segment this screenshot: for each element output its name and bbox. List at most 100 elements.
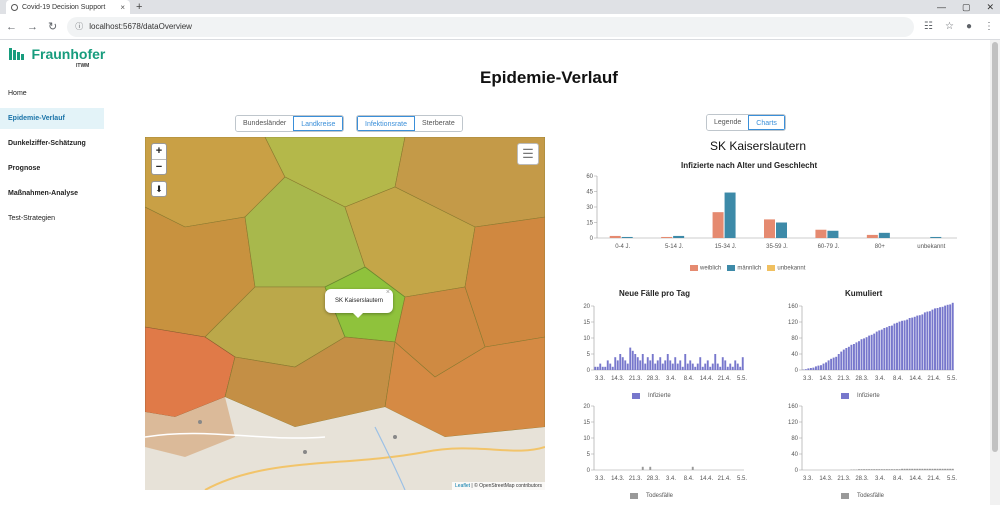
bar-day-31[interactable] (880, 329, 883, 370)
bar-day-43[interactable] (911, 468, 914, 470)
bar-day-46[interactable] (918, 468, 921, 470)
fraunhofer-logo[interactable]: Fraunhofer ITWM (9, 46, 105, 69)
bar-day-32[interactable] (883, 328, 886, 370)
bar-day-40[interactable] (903, 320, 906, 370)
bar-weiblich-5[interactable] (866, 234, 878, 238)
bar-day-54[interactable] (729, 363, 732, 370)
bar-day-6[interactable] (817, 365, 820, 370)
bar-day-21[interactable] (855, 342, 858, 370)
bar-day-23[interactable] (860, 469, 863, 470)
bar-day-10[interactable] (827, 360, 830, 370)
bar-day-35[interactable] (681, 366, 684, 370)
page-scrollbar[interactable] (990, 40, 1000, 505)
scrollbar-thumb[interactable] (992, 42, 998, 452)
bar-day-3[interactable] (809, 368, 812, 370)
back-arrow-icon[interactable]: ← (6, 21, 17, 33)
bar-day-35[interactable] (890, 469, 893, 470)
bar-day-1[interactable] (804, 369, 807, 370)
bar-day-30[interactable] (878, 330, 881, 370)
translate-icon[interactable]: ☷ (924, 21, 933, 32)
bar-day-0[interactable] (594, 366, 597, 370)
bar-day-25[interactable] (865, 337, 868, 370)
bar-day-19[interactable] (850, 344, 853, 370)
toggle-sterberate[interactable]: Sterberate (415, 116, 462, 131)
bar-day-9[interactable] (825, 362, 828, 370)
bar-day-19[interactable] (641, 466, 644, 470)
bar-day-59[interactable] (741, 357, 744, 370)
bar-day-9[interactable] (616, 360, 619, 370)
bar-day-55[interactable] (731, 366, 734, 370)
bar-day-14[interactable] (837, 354, 840, 370)
bar-mnnlich-5[interactable] (878, 232, 890, 238)
bar-day-10[interactable] (619, 354, 622, 370)
bar-day-30[interactable] (669, 360, 672, 370)
bar-day-47[interactable] (921, 314, 924, 370)
browser-tab[interactable]: Covid-19 Decision Support × (6, 0, 130, 14)
bar-day-49[interactable] (926, 311, 929, 370)
bar-day-24[interactable] (863, 338, 866, 370)
bar-day-49[interactable] (926, 468, 929, 470)
bar-day-23[interactable] (860, 339, 863, 370)
bar-day-5[interactable] (606, 360, 609, 370)
sidebar-item-home[interactable]: Home (0, 83, 104, 104)
leaflet-link[interactable]: Leaflet (455, 483, 470, 489)
bar-day-55[interactable] (941, 306, 944, 370)
bar-day-57[interactable] (946, 304, 949, 370)
bar-day-50[interactable] (719, 366, 722, 370)
bar-weiblich-3[interactable] (764, 219, 775, 238)
bar-day-51[interactable] (931, 468, 934, 470)
bar-day-7[interactable] (611, 366, 614, 370)
bar-day-44[interactable] (913, 468, 916, 470)
bar-day-49[interactable] (716, 363, 719, 370)
sidebar-item-massnahmen[interactable]: Maßnahmen-Analyse (0, 183, 104, 204)
bar-day-46[interactable] (918, 315, 921, 370)
bar-day-13[interactable] (626, 363, 629, 370)
bar-day-26[interactable] (659, 357, 662, 370)
bar-day-7[interactable] (820, 365, 822, 370)
bar-day-35[interactable] (890, 325, 893, 370)
bar-day-22[interactable] (858, 341, 860, 370)
bar-mnnlich-4[interactable] (827, 230, 839, 238)
bar-day-52[interactable] (934, 468, 936, 470)
bar-day-27[interactable] (870, 469, 873, 470)
bar-day-42[interactable] (908, 318, 911, 370)
bar-mnnlich-6[interactable] (930, 236, 942, 238)
bar-day-32[interactable] (674, 357, 677, 370)
bar-day-3[interactable] (601, 366, 604, 370)
bar-day-59[interactable] (951, 468, 954, 470)
bar-day-53[interactable] (936, 468, 939, 470)
bar-day-16[interactable] (842, 349, 845, 370)
bar-weiblich-2[interactable] (712, 212, 724, 238)
bar-day-14[interactable] (629, 347, 632, 370)
bar-day-40[interactable] (903, 468, 906, 470)
zoom-in-button[interactable]: + (152, 144, 166, 159)
bar-day-37[interactable] (896, 469, 898, 470)
popup-close-icon[interactable]: × (386, 281, 390, 305)
bar-day-28[interactable] (664, 360, 667, 370)
bar-day-6[interactable] (609, 363, 612, 370)
bar-day-33[interactable] (885, 327, 888, 370)
bar-day-33[interactable] (676, 363, 679, 370)
bar-day-57[interactable] (736, 363, 739, 370)
bar-day-28[interactable] (873, 333, 876, 370)
bar-day-15[interactable] (631, 350, 634, 370)
bar-day-34[interactable] (888, 469, 891, 470)
bar-day-19[interactable] (641, 354, 644, 370)
bar-day-50[interactable] (928, 311, 931, 370)
bar-day-44[interactable] (913, 316, 916, 370)
bar-day-29[interactable] (875, 469, 878, 470)
forward-arrow-icon[interactable]: → (27, 21, 38, 33)
url-field[interactable]: ⓘ localhost:5678/dataOverview (67, 16, 915, 37)
bar-day-39[interactable] (691, 363, 694, 370)
bar-day-45[interactable] (916, 315, 919, 370)
bar-mnnlich-0[interactable] (621, 236, 633, 238)
bar-day-29[interactable] (875, 331, 878, 370)
bar-day-17[interactable] (845, 348, 848, 370)
bar-day-38[interactable] (898, 321, 901, 370)
bar-day-8[interactable] (822, 363, 825, 370)
bar-day-44[interactable] (704, 363, 707, 370)
bar-day-58[interactable] (739, 366, 742, 370)
bar-day-54[interactable] (939, 468, 942, 470)
sidebar-item-epidemie-verlauf[interactable]: Epidemie-Verlauf (0, 108, 104, 129)
sidebar-item-test-strategien[interactable]: Test-Strategien (0, 208, 104, 229)
